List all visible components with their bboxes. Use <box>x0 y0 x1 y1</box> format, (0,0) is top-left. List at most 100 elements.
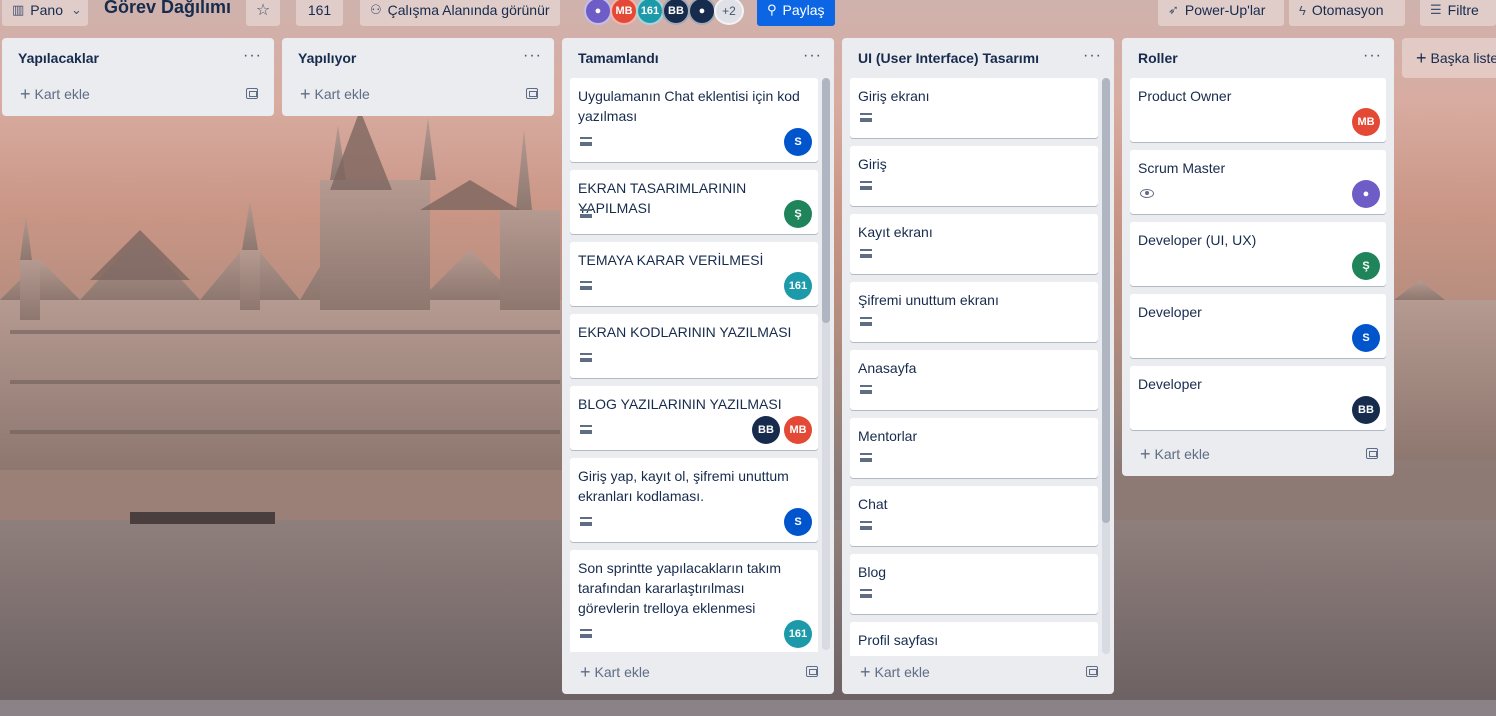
description-icon <box>580 517 592 526</box>
more-members-button[interactable]: +2 <box>714 0 744 25</box>
automation-button[interactable]: ϟ Otomasyon <box>1289 0 1405 26</box>
list-title[interactable]: UI (User Interface) Tasarımı <box>842 38 1114 78</box>
card[interactable]: Developer (UI, UX) Ş <box>1130 222 1386 286</box>
share-button[interactable]: ⚲ Paylaş <box>757 0 835 26</box>
card-title: Developer <box>1138 304 1202 320</box>
card-title: Giriş yap, kayıt ol, şifremi unuttum ekr… <box>578 468 789 504</box>
avatar[interactable]: 161 <box>636 0 664 25</box>
list-menu-button[interactable]: ··· <box>243 47 262 65</box>
card[interactable]: Giriş yap, kayıt ol, şifremi unuttum ekr… <box>570 458 818 542</box>
add-list-label: Başka liste <box>1430 50 1496 66</box>
card-title: BLOG YAZILARININ YAZILMASI <box>578 396 782 412</box>
card[interactable]: Scrum Master ● <box>1130 150 1386 214</box>
powerups-button[interactable]: ➶ Power-Up'lar <box>1158 0 1284 26</box>
card[interactable]: Anasayfa <box>850 350 1098 410</box>
card-title: Uygulamanın Chat eklentisi için kod yazı… <box>578 88 800 124</box>
card[interactable]: TEMAYA KARAR VERİLMESİ 161 <box>570 242 818 306</box>
visibility-label: Çalışma Alanında görünür <box>387 2 550 18</box>
card[interactable]: BLOG YAZILARININ YAZILMASI BB MB <box>570 386 818 450</box>
list-roller: Roller ··· Product Owner MB Scrum Master… <box>1122 38 1394 476</box>
card[interactable]: Profil sayfası <box>850 622 1098 656</box>
add-card-button[interactable]: + Kart ekle <box>850 658 1106 686</box>
list-menu-button[interactable]: ··· <box>1083 47 1102 65</box>
watch-icon <box>1140 189 1154 198</box>
avatar[interactable]: ● <box>584 0 612 25</box>
card[interactable]: Chat <box>850 486 1098 546</box>
add-list-button[interactable]: + Başka liste <box>1402 38 1496 78</box>
filter-icon: ☰ <box>1430 2 1442 17</box>
card[interactable]: Şifremi unuttum ekranı <box>850 282 1098 342</box>
rocket-icon: ➶ <box>1168 2 1179 17</box>
card[interactable]: Mentorlar <box>850 418 1098 478</box>
star-button[interactable]: ☆ <box>246 0 280 26</box>
card-title: Developer (UI, UX) <box>1138 232 1257 248</box>
share-label: Paylaş <box>782 2 825 18</box>
description-icon <box>580 281 592 290</box>
template-icon[interactable] <box>246 88 258 99</box>
avatar[interactable]: BB <box>662 0 690 25</box>
add-card-button[interactable]: + Kart ekle <box>290 80 546 108</box>
member-avatar[interactable]: Ş <box>784 200 812 228</box>
card[interactable]: Giriş ekranı <box>850 78 1098 138</box>
list-title[interactable]: Yapılacaklar <box>2 38 274 78</box>
card-title: Product Owner <box>1138 88 1232 104</box>
list-menu-button[interactable]: ··· <box>803 47 822 65</box>
template-icon[interactable] <box>1366 448 1378 459</box>
member-avatar[interactable]: BB <box>752 416 780 444</box>
card[interactable]: Developer BB <box>1130 366 1386 430</box>
list-title[interactable]: Roller <box>1122 38 1394 78</box>
board-icon: ▥ <box>12 2 25 17</box>
card[interactable]: Product Owner MB <box>1130 78 1386 142</box>
member-avatar[interactable]: 161 <box>784 620 812 648</box>
board-title[interactable]: Görev Dağılımı <box>104 0 231 18</box>
description-icon <box>580 353 592 362</box>
filter-button[interactable]: ☰ Filtre <box>1420 0 1496 26</box>
card[interactable]: Son sprintte yapılacakların takım tarafı… <box>570 550 818 652</box>
card[interactable]: EKRAN TASARIMLARININ YAPILMASI Ş <box>570 170 818 234</box>
card-list: Product Owner MB Scrum Master ● Develope… <box>1130 78 1386 438</box>
template-icon[interactable] <box>1086 666 1098 677</box>
plus-icon: + <box>300 84 311 104</box>
card[interactable]: Developer S <box>1130 294 1386 358</box>
add-card-button[interactable]: + Kart ekle <box>1130 440 1386 468</box>
list-menu-button[interactable]: ··· <box>523 47 542 65</box>
plus-icon: + <box>1416 47 1427 68</box>
member-avatar[interactable]: Ş <box>1352 252 1380 280</box>
board-header: ▥ Pano ⌄ Görev Dağılımı ☆ 161 ⚇ Çalışma … <box>0 0 1496 28</box>
add-card-button[interactable]: + Kart ekle <box>570 658 826 686</box>
card[interactable]: EKRAN KODLARININ YAZILMASI <box>570 314 818 378</box>
card[interactable]: Blog <box>850 554 1098 614</box>
member-avatar[interactable]: S <box>1352 324 1380 352</box>
board-switcher-button[interactable]: ▥ Pano ⌄ <box>2 0 88 26</box>
member-avatar[interactable]: ● <box>1352 180 1380 208</box>
card[interactable]: Giriş <box>850 146 1098 206</box>
scrollbar[interactable] <box>822 78 830 650</box>
user-icon: ● <box>698 5 706 17</box>
list-title[interactable]: Tamamlandı <box>562 38 834 78</box>
member-avatar[interactable]: BB <box>1352 396 1380 424</box>
add-card-label: Kart ekle <box>314 86 370 102</box>
avatar[interactable]: MB <box>610 0 638 25</box>
member-avatar[interactable]: MB <box>784 416 812 444</box>
visibility-button[interactable]: ⚇ Çalışma Alanında görünür <box>360 0 560 26</box>
scrollbar-thumb[interactable] <box>1102 78 1110 523</box>
avatar[interactable]: ● <box>688 0 716 25</box>
member-avatar[interactable]: MB <box>1352 108 1380 136</box>
count-button[interactable]: 161 <box>296 0 343 26</box>
template-icon[interactable] <box>806 666 818 677</box>
scrollbar[interactable] <box>1102 78 1110 654</box>
list-title[interactable]: Yapılıyor <box>282 38 554 78</box>
card-title: EKRAN KODLARININ YAZILMASI <box>578 324 792 340</box>
description-icon <box>860 521 872 530</box>
member-avatar[interactable]: S <box>784 508 812 536</box>
card-title: Profil sayfası <box>858 632 939 648</box>
card[interactable]: Uygulamanın Chat eklentisi için kod yazı… <box>570 78 818 162</box>
description-icon <box>860 317 872 326</box>
card[interactable]: Kayıt ekranı <box>850 214 1098 274</box>
template-icon[interactable] <box>526 88 538 99</box>
list-menu-button[interactable]: ··· <box>1363 47 1382 65</box>
member-avatar[interactable]: S <box>784 128 812 156</box>
add-card-button[interactable]: + Kart ekle <box>10 80 266 108</box>
member-avatar[interactable]: 161 <box>784 272 812 300</box>
scrollbar-thumb[interactable] <box>822 78 830 323</box>
